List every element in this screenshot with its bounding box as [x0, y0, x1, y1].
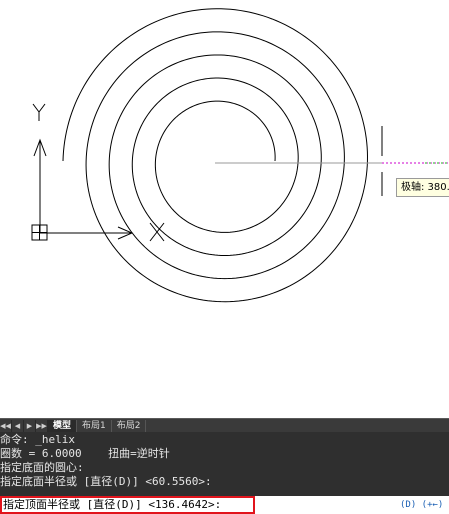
tab-model[interactable]: 模型	[48, 419, 78, 433]
drawing-canvas[interactable]: Y X 极轴: 380.0	[0, 0, 449, 418]
polar-tooltip: 极轴: 380.0	[396, 178, 449, 197]
helix-spiral[interactable]	[62, 8, 368, 303]
history-line: 圈数 = 6.0000 扭曲=逆时针	[0, 447, 170, 460]
command-prompt: 指定顶面半径或 [直径(D)] <136.4642>:	[3, 498, 222, 511]
history-line: 命令: _helix	[0, 433, 75, 446]
last-tab-button[interactable]: ▶▶	[36, 420, 48, 432]
y-axis-label: Y	[0, 0, 10, 4]
command-line-panel: 命令: _helix 圈数 = 6.0000 扭曲=逆时针 指定底面的圆心: 指…	[0, 432, 449, 514]
prev-tab-button[interactable]: ◀	[12, 420, 24, 432]
layout-tab-bar: ◀◀ ◀ ▶ ▶▶ 模型 布局1 布局2	[0, 418, 449, 433]
prompt-option-fragment[interactable]: (D) (+←)	[400, 498, 443, 512]
first-tab-button[interactable]: ◀◀	[0, 420, 12, 432]
command-history: 命令: _helix 圈数 = 6.0000 扭曲=逆时针 指定底面的圆心: 指…	[0, 432, 449, 489]
tab-layout1[interactable]: 布局1	[77, 419, 112, 433]
x-axis-label: X	[0, 0, 11, 4]
next-tab-button[interactable]: ▶	[24, 420, 36, 432]
history-line: 指定底面的圆心:	[0, 461, 84, 474]
tab-layout2[interactable]: 布局2	[112, 419, 147, 433]
history-line: 指定底面半径或 [直径(D)] <60.5560>:	[0, 475, 212, 488]
command-input[interactable]: 指定顶面半径或 [直径(D)] <136.4642>: (D) (+←)	[0, 496, 449, 514]
